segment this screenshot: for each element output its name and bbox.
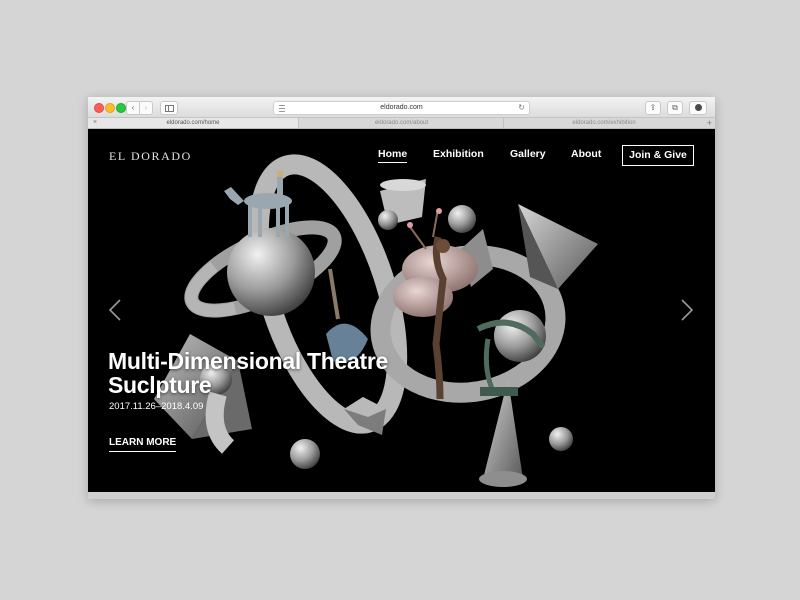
browser-toolbar: ‹ › eldorado.com ↻ ⇪ ⧉	[88, 97, 715, 118]
tab-exhibition[interactable]: eldorado.com/exhibition	[503, 118, 704, 128]
browser-window: ‹ › eldorado.com ↻ ⇪ ⧉ × eldorado.com/ho…	[88, 97, 715, 499]
hero-title: Multi-Dimensional Theatre Suclpture	[108, 349, 388, 397]
chevron-left-icon[interactable]	[108, 299, 122, 321]
download-icon	[695, 104, 702, 111]
tab-about[interactable]: eldorado.com/about	[298, 118, 504, 128]
sidebar-icon	[165, 105, 174, 112]
chevron-right-icon[interactable]	[680, 299, 694, 321]
hero-title-line: Multi-Dimensional Theatre	[108, 348, 389, 374]
nav-about[interactable]: About	[571, 148, 601, 160]
join-and-give-button[interactable]: Join & Give	[622, 145, 694, 166]
window-maximize-button[interactable]	[116, 103, 126, 113]
hero-sculpture-artwork	[154, 154, 598, 487]
reload-icon[interactable]: ↻	[518, 102, 525, 114]
nav-gallery[interactable]: Gallery	[510, 148, 546, 160]
web-page: EL DORADO Home Exhibition Gallery About …	[88, 129, 715, 492]
hero-title-line: Suclpture	[108, 372, 212, 398]
address-bar[interactable]: eldorado.com ↻	[273, 101, 530, 115]
new-tab-button[interactable]: +	[707, 118, 712, 128]
forward-button[interactable]: ›	[139, 101, 153, 115]
nav-exhibition[interactable]: Exhibition	[433, 148, 484, 160]
learn-more-link[interactable]: LEARN MORE	[109, 437, 177, 452]
site-logo[interactable]: EL DORADO	[109, 149, 192, 164]
exhibition-dates: 2017.11.26–2018.4.09	[109, 401, 204, 412]
window-minimize-button[interactable]	[105, 103, 115, 113]
share-button[interactable]: ⇪	[645, 101, 661, 115]
window-bottom-edge	[88, 492, 715, 499]
back-button[interactable]: ‹	[126, 101, 140, 115]
address-text: eldorado.com	[380, 104, 423, 111]
tab-label: eldorado.com/home	[166, 120, 220, 126]
tab-label: eldorado.com/exhibition	[572, 120, 636, 126]
nav-home[interactable]: Home	[378, 148, 408, 163]
window-close-button[interactable]	[94, 103, 104, 113]
tab-close-icon[interactable]: ×	[93, 118, 97, 128]
tab-bar: × eldorado.com/home eldorado.com/about e…	[88, 118, 715, 129]
tab-home[interactable]: × eldorado.com/home	[88, 118, 298, 128]
tab-label: eldorado.com/about	[374, 120, 429, 126]
sidebar-toggle-button[interactable]	[160, 101, 178, 115]
downloads-button[interactable]	[689, 101, 707, 115]
show-tabs-button[interactable]: ⧉	[667, 101, 683, 115]
